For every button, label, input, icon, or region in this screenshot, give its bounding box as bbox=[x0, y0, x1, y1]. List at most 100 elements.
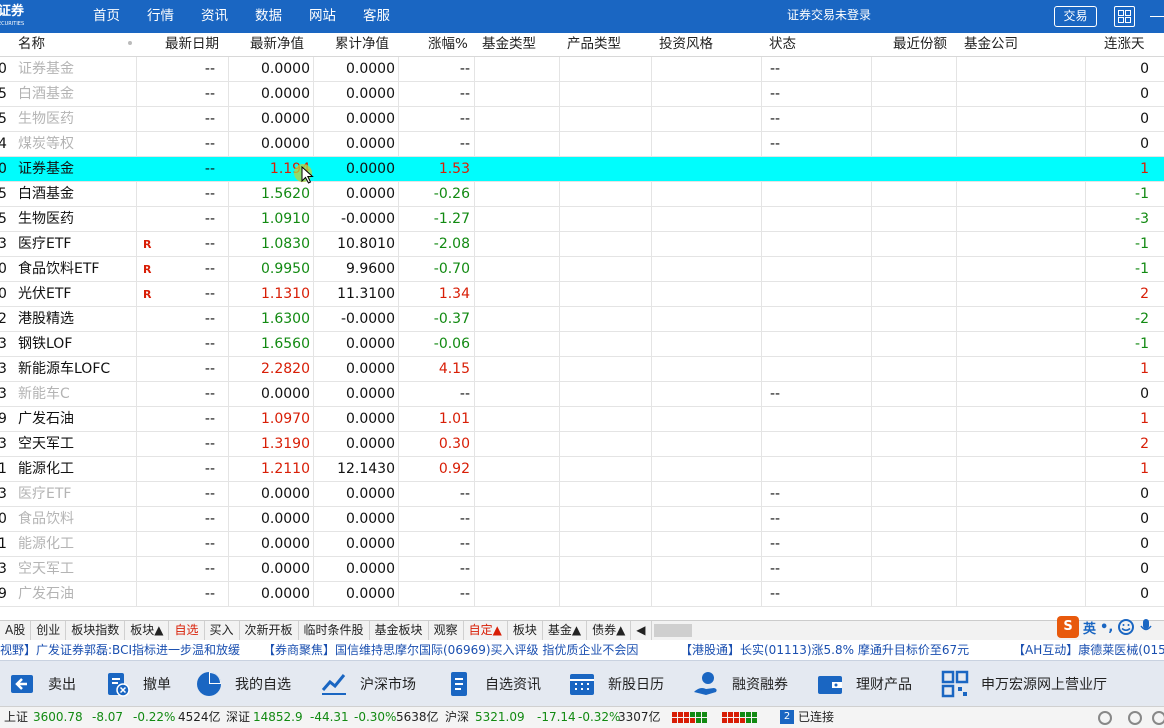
action-pie-chart[interactable]: 我的自选 bbox=[195, 661, 291, 707]
header-streak[interactable]: 连涨天 bbox=[1104, 33, 1145, 55]
table-row[interactable]: 3 空天军工 -- 1.3190 0.0000 0.30 2 bbox=[0, 432, 1164, 457]
header-company[interactable]: 基金公司 bbox=[964, 33, 1018, 55]
tab-item[interactable]: 板块指数 bbox=[66, 621, 126, 640]
nav-item[interactable]: 首页 bbox=[93, 0, 120, 33]
table-row[interactable]: 9 广发石油 -- 0.0000 0.0000 -- -- 0 bbox=[0, 582, 1164, 607]
table-row[interactable]: 1 能源化工 -- 1.2110 12.1430 0.92 1 bbox=[0, 457, 1164, 482]
header-acc-nav[interactable]: 累计净值 bbox=[335, 33, 389, 55]
table-row[interactable]: 2 港股精选 -- 1.6300 -0.0000 -0.37 -2 bbox=[0, 307, 1164, 332]
ime-indicator[interactable]: S 英 •, bbox=[1057, 614, 1164, 640]
header-style[interactable]: 投资风格 bbox=[659, 33, 713, 55]
tab-item[interactable]: ◀ bbox=[631, 621, 652, 640]
ime-mode: 英 bbox=[1083, 621, 1097, 637]
tab-item[interactable]: 临时条件股 bbox=[299, 621, 370, 640]
action-wallet[interactable]: 理财产品 bbox=[816, 661, 912, 707]
cell-name: 白酒基金 bbox=[18, 86, 74, 102]
nav-item[interactable]: 数据 bbox=[255, 0, 282, 33]
table-row[interactable]: 0 证券基金 -- 0.0000 0.0000 -- -- 0 bbox=[0, 57, 1164, 82]
tab-item[interactable]: 创业 bbox=[31, 621, 67, 640]
tray-icon[interactable] bbox=[1098, 711, 1112, 725]
table-row[interactable]: 5 白酒基金 -- 0.0000 0.0000 -- -- 0 bbox=[0, 82, 1164, 107]
tab-item[interactable]: 次新开板 bbox=[240, 621, 299, 640]
cell-status: -- bbox=[770, 511, 781, 527]
table-row[interactable]: 4 煤炭等权 -- 0.0000 0.0000 -- -- 0 bbox=[0, 132, 1164, 157]
tab-item[interactable]: 债券▲ bbox=[587, 621, 632, 640]
table-row[interactable]: 0 食品饮料ETF R -- 0.9950 9.9600 -0.70 -1 bbox=[0, 257, 1164, 282]
action-trend-chart[interactable]: 沪深市场 bbox=[320, 661, 416, 707]
action-cancel-order[interactable]: 撤单 bbox=[103, 661, 171, 707]
ticker-item[interactable]: 【港股通】长实(01113)涨5.8% 摩通升目标价至67元 bbox=[680, 640, 969, 660]
wallet-icon bbox=[818, 676, 842, 694]
cell-nav: 1.1310 bbox=[261, 286, 310, 302]
cell-acc-nav: 0.0000 bbox=[346, 111, 395, 127]
trade-button[interactable]: 交易 bbox=[1054, 6, 1097, 27]
table-row[interactable]: 0 证券基金 -- 1.194 0.0000 1.53 1 bbox=[0, 157, 1164, 184]
cell-status: -- bbox=[770, 386, 781, 402]
tab-item[interactable]: 自选 bbox=[169, 621, 205, 640]
table-row[interactable]: 5 生物医药 -- 0.0000 0.0000 -- -- 0 bbox=[0, 107, 1164, 132]
tab-item[interactable]: 观察 bbox=[429, 621, 464, 640]
pie-chart-icon bbox=[197, 672, 221, 696]
nav-item[interactable]: 网站 bbox=[309, 0, 336, 33]
tab-item[interactable]: 板块▲ bbox=[125, 621, 170, 640]
table-row[interactable]: 1 能源化工 -- 0.0000 0.0000 -- -- 0 bbox=[0, 532, 1164, 557]
header-shares[interactable]: 最近份额 bbox=[893, 33, 947, 55]
action-calendar[interactable]: 新股日历 bbox=[568, 661, 664, 707]
cell-acc-nav: 10.8010 bbox=[337, 236, 395, 252]
tray-icon[interactable] bbox=[1152, 711, 1164, 725]
nav-item[interactable]: 资讯 bbox=[201, 0, 228, 33]
nav-item[interactable]: 行情 bbox=[147, 0, 174, 33]
action-label: 申万宏源网上营业厅 bbox=[981, 677, 1107, 693]
cell-acc-nav: 0.0000 bbox=[346, 386, 395, 402]
action-qr-code[interactable]: 申万宏源网上营业厅 bbox=[941, 661, 1107, 707]
qr-code-icon bbox=[941, 670, 969, 698]
cell-acc-nav: 0.0000 bbox=[346, 136, 395, 152]
cell-streak: 2 bbox=[1140, 286, 1149, 302]
cell-streak: 0 bbox=[1140, 136, 1149, 152]
ticker-item[interactable]: 【券商聚焦】国信维持思摩尔国际(06969)买入评级 指优质企业不会因 bbox=[263, 640, 638, 660]
table-row[interactable]: 3 钢铁LOF -- 1.6560 0.0000 -0.06 -1 bbox=[0, 332, 1164, 357]
header-fund-type[interactable]: 基金类型 bbox=[482, 33, 536, 55]
action-sell[interactable]: 卖出 bbox=[8, 661, 76, 707]
header-status[interactable]: 状态 bbox=[769, 33, 796, 55]
cell-date: -- bbox=[204, 286, 215, 302]
tray-icon[interactable] bbox=[1128, 711, 1142, 725]
table-row[interactable]: 3 医疗ETF R -- 1.0830 10.8010 -2.08 -1 bbox=[0, 232, 1164, 257]
tab-item[interactable]: 板块 bbox=[508, 621, 543, 640]
header-nav[interactable]: 最新净值 bbox=[250, 33, 304, 55]
tab-item[interactable]: 基金▲ bbox=[543, 621, 588, 640]
minimize-icon[interactable] bbox=[1150, 16, 1164, 17]
table-row[interactable]: 0 食品饮料 -- 0.0000 0.0000 -- -- 0 bbox=[0, 507, 1164, 532]
cell-date: -- bbox=[204, 61, 215, 77]
header-date[interactable]: 最新日期 bbox=[165, 33, 219, 55]
cell-acc-nav: 0.0000 bbox=[346, 361, 395, 377]
header-product-type[interactable]: 产品类型 bbox=[567, 33, 621, 55]
table-row[interactable]: 9 广发石油 -- 1.0970 0.0000 1.01 1 bbox=[0, 407, 1164, 432]
cell-nav: 0.0000 bbox=[261, 511, 310, 527]
tab-item[interactable]: 买入 bbox=[205, 621, 240, 640]
table-row[interactable]: 5 白酒基金 -- 1.5620 0.0000 -0.26 -1 bbox=[0, 182, 1164, 207]
ticker-item[interactable]: 【AH互动】康德莱医械(0150 bbox=[1013, 640, 1164, 660]
table-row[interactable]: 3 医疗ETF -- 0.0000 0.0000 -- -- 0 bbox=[0, 482, 1164, 507]
table-row[interactable]: 0 光伏ETF R -- 1.1310 11.3100 1.34 2 bbox=[0, 282, 1164, 307]
tab-item[interactable]: 基金板块 bbox=[370, 621, 429, 640]
hs-pct: -0.32% bbox=[578, 710, 621, 724]
cell-status: -- bbox=[770, 136, 781, 152]
header-change[interactable]: 涨幅% bbox=[428, 33, 468, 55]
table-row[interactable]: 3 空天军工 -- 0.0000 0.0000 -- -- 0 bbox=[0, 557, 1164, 582]
market-breadth-bars bbox=[722, 712, 757, 724]
ticker-item[interactable]: 视野】广发证券郭磊:BCI指标进一步温和放缓 bbox=[0, 640, 240, 660]
action-hand-coin[interactable]: 融资融券 bbox=[692, 661, 788, 707]
layout-grid-icon[interactable] bbox=[1114, 6, 1135, 27]
table-row[interactable]: 5 生物医药 -- 1.0910 -0.0000 -1.27 -3 bbox=[0, 207, 1164, 232]
action-document[interactable]: 自选资讯 bbox=[445, 661, 541, 707]
sogou-ime-icon: S bbox=[1057, 616, 1079, 638]
table-row[interactable]: 3 新能源车LOFC -- 2.2820 0.0000 4.15 1 bbox=[0, 357, 1164, 382]
tab-item[interactable]: A股 bbox=[0, 621, 32, 640]
header-name[interactable]: 名称 bbox=[18, 33, 45, 55]
tab-scrollbar[interactable] bbox=[653, 624, 692, 637]
table-row[interactable]: 3 新能车C -- 0.0000 0.0000 -- -- 0 bbox=[0, 382, 1164, 407]
tab-item[interactable]: 自定▲ bbox=[464, 621, 508, 640]
cell-date: -- bbox=[204, 311, 215, 327]
nav-item[interactable]: 客服 bbox=[363, 0, 390, 33]
